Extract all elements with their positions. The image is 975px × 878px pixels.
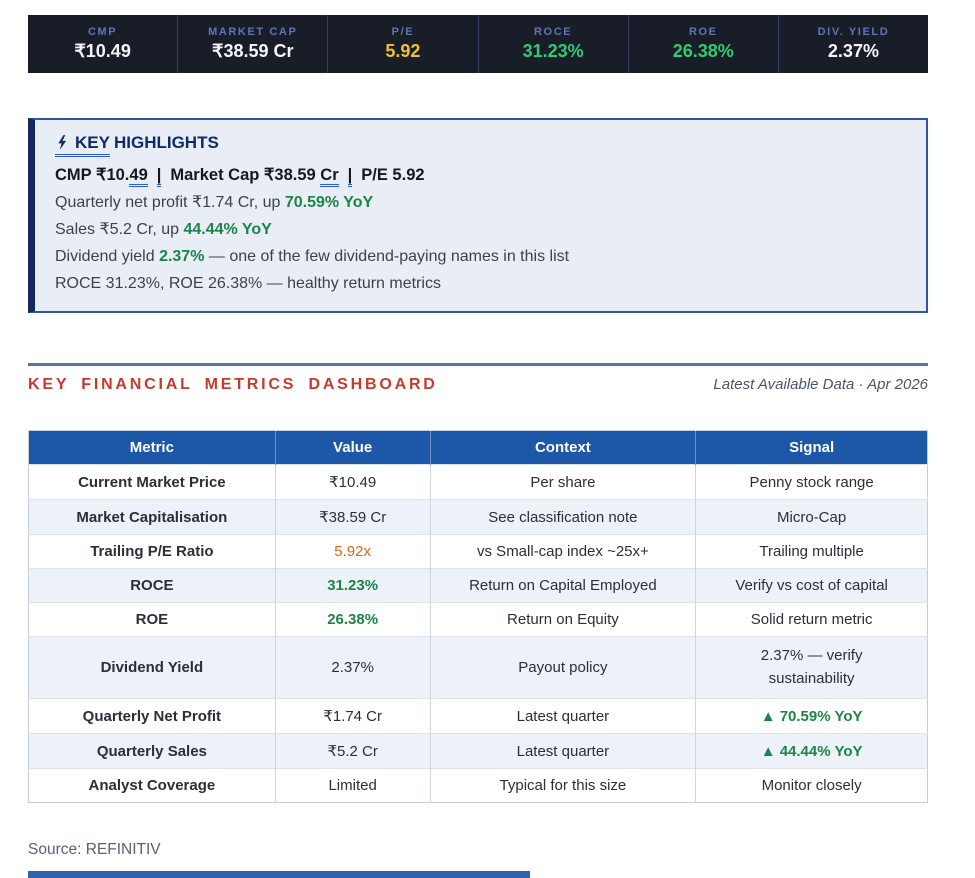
cell-metric: ROCE <box>28 568 276 603</box>
cell-metric: Dividend Yield <box>28 636 276 699</box>
table-row: Quarterly Net Profit ₹1.74 Cr Latest qua… <box>28 698 928 734</box>
cell-value: 31.23% <box>327 577 379 594</box>
dashboard-section-header: KEY FINANCIAL METRICS DASHBOARD Latest A… <box>28 363 928 394</box>
cell-context: Latest quarter <box>429 733 696 769</box>
title-rest: HIGHLIGHTS <box>113 133 219 152</box>
section-meta: Latest Available Data · Apr 2026 <box>713 376 928 393</box>
cell-context: Typical for this size <box>429 768 696 803</box>
metrics-table: Metric Value Context Signal Current Mark… <box>28 430 928 803</box>
key-highlights-box: KEY HIGHLIGHTS CMP ₹10.49 | Market Cap ₹38.… <box>28 118 928 313</box>
top-metric-div-yield: DIV. YIELD 2.37% <box>777 15 928 73</box>
key-highlights-title: KEY HIGHLIGHTS <box>55 133 906 157</box>
cell-signal: ▲ 70.59% YoY <box>760 707 863 725</box>
table-row: Current Market Price ₹10.49 Per share Pe… <box>28 464 928 500</box>
table-row: ROCE 31.23% Return on Capital Employed V… <box>28 568 928 603</box>
metric-label: DIV. YIELD <box>817 26 890 38</box>
cell-context: Return on Equity <box>429 602 696 637</box>
top-metric-roe: ROE 26.38% <box>627 15 778 73</box>
cell-context: Payout policy <box>429 636 696 699</box>
cell-metric: Market Capitalisation <box>28 499 276 535</box>
metric-label: ROCE <box>534 26 573 38</box>
top-metric-market-cap: MARKET CAP ₹38.59 Cr <box>177 15 327 73</box>
cell-metric: Current Market Price <box>28 464 276 500</box>
cell-signal: Verify vs cost of capital <box>735 577 888 594</box>
highlight-green-value: 70.59% YoY <box>284 194 374 211</box>
highlight-green-value: 2.37% <box>159 248 205 265</box>
metric-value: 26.38% <box>672 41 734 61</box>
cell-context: vs Small-cap index ~25x+ <box>429 534 696 569</box>
cell-metric: Quarterly Net Profit <box>28 698 276 734</box>
cell-value: ₹38.59 Cr <box>319 509 387 526</box>
summary-underlined: Cr <box>320 166 339 187</box>
cell-context: See classification note <box>429 499 696 535</box>
top-metric-pe: P/E 5.92 <box>327 15 477 73</box>
metric-label: CMP <box>87 26 118 38</box>
highlight-line: Dividend yield 2.37% — one of the few di… <box>55 248 570 265</box>
top-metric-roce: ROCE 31.23% <box>477 15 628 73</box>
table-header: Metric Value Context Signal <box>28 430 928 465</box>
metric-label: ROE <box>688 26 718 38</box>
metric-value: ₹38.59 Cr <box>212 41 294 61</box>
cell-context: Latest quarter <box>429 698 696 734</box>
summary-underlined: 49 <box>129 166 148 187</box>
cell-metric: ROE <box>28 602 276 637</box>
metric-label: P/E <box>391 26 415 38</box>
column-header-value: Value <box>274 430 431 465</box>
cell-context: Per share <box>429 464 696 500</box>
title-underlined-part: KEY <box>55 133 110 157</box>
cell-signal: Solid return metric <box>750 611 873 628</box>
summary-text: P/E 5.92 <box>361 166 425 184</box>
source-attribution: Source: REFINITIV <box>28 841 161 858</box>
pipe-separator: | <box>347 166 353 187</box>
pipe-separator: | <box>156 166 162 187</box>
section-title: KEY FINANCIAL METRICS DASHBOARD <box>28 376 438 393</box>
column-header-metric: Metric <box>28 430 276 465</box>
table-row: Quarterly Sales ₹5.2 Cr Latest quarter ▲… <box>28 733 928 769</box>
bottom-partial-bar <box>28 871 530 878</box>
table-row: Market Capitalisation ₹38.59 Cr See clas… <box>28 499 928 535</box>
cell-metric: Quarterly Sales <box>28 733 276 769</box>
cell-metric: Trailing P/E Ratio <box>28 534 276 569</box>
summary-text: Market Cap ₹38.59 <box>170 166 321 184</box>
cell-value: ₹5.2 Cr <box>327 743 378 760</box>
metric-value: 31.23% <box>522 41 584 61</box>
cell-signal: 2.37% — verify sustainability <box>760 647 863 687</box>
metric-value: ₹10.49 <box>74 41 131 61</box>
cell-value: 26.38% <box>327 611 379 628</box>
table-row: ROE 26.38% Return on Equity Solid return… <box>28 602 928 637</box>
cell-value: ₹1.74 Cr <box>323 708 383 725</box>
table-row: Analyst Coverage Limited Typical for thi… <box>28 768 928 803</box>
cell-signal: ▲ 44.44% YoY <box>760 742 863 760</box>
metric-value: 2.37% <box>827 41 879 61</box>
report-page: CMP ₹10.49 MARKET CAP ₹38.59 Cr P/E 5.92… <box>28 15 928 878</box>
lightning-icon <box>57 135 68 155</box>
metric-value: 5.92 <box>385 41 421 61</box>
highlight-line: ROCE 31.23%, ROE 26.38% — healthy return… <box>55 275 441 292</box>
cell-signal: Penny stock range <box>749 473 874 491</box>
summary-text: CMP ₹10. <box>55 166 130 184</box>
table-row: Dividend Yield 2.37% Payout policy 2.37%… <box>28 636 928 699</box>
highlight-green-value: 44.44% YoY <box>183 221 272 238</box>
cell-value: ₹10.49 <box>329 474 377 491</box>
title-key-word: KEY <box>75 133 110 152</box>
metric-label: MARKET CAP <box>208 26 298 38</box>
cell-context: Return on Capital Employed <box>429 568 696 603</box>
cell-signal: Monitor closely <box>761 777 862 794</box>
cell-value: 5.92x <box>334 543 371 560</box>
top-metrics-bar: CMP ₹10.49 MARKET CAP ₹38.59 Cr P/E 5.92… <box>28 15 928 73</box>
highlight-summary-line: CMP ₹10.49 | Market Cap ₹38.59 Cr | P/E 5.92 <box>55 162 906 189</box>
cell-value: 2.37% <box>331 659 374 676</box>
top-metric-cmp: CMP ₹10.49 <box>28 15 177 73</box>
cell-signal: Trailing multiple <box>759 543 864 560</box>
highlight-line: Quarterly net profit ₹1.74 Cr, up 70.59%… <box>55 194 374 211</box>
column-header-signal: Signal <box>695 430 928 465</box>
cell-signal: Micro-Cap <box>777 508 847 526</box>
cell-metric: Analyst Coverage <box>28 768 276 803</box>
table-row: Trailing P/E Ratio 5.92x vs Small-cap in… <box>28 534 928 569</box>
cell-value: Limited <box>328 777 377 794</box>
column-header-context: Context <box>429 430 696 465</box>
highlight-line: Sales ₹5.2 Cr, up 44.44% YoY <box>55 221 272 238</box>
